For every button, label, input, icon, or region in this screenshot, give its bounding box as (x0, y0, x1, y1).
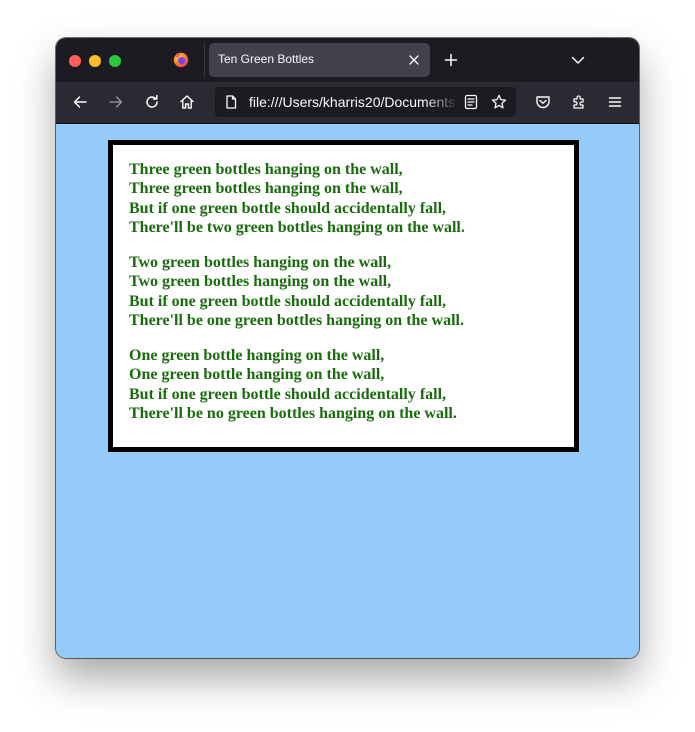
verse-line: There'll be two green bottles hanging on… (129, 219, 465, 237)
verse-line: Three green bottles hanging on the wall, (129, 161, 403, 178)
tab-strip: Ten Green Bottles (56, 38, 639, 82)
window-close-button[interactable] (69, 55, 81, 67)
hamburger-menu-icon[interactable] (607, 94, 623, 110)
verse-line: But if one green bottle should accidenta… (129, 385, 447, 403)
firefox-logo-icon[interactable] (173, 52, 189, 68)
verse-line: One green bottle hanging on the wall, (129, 366, 385, 384)
verse-line: Two green bottles hanging on the wall, (129, 273, 392, 291)
tab-list-chevron-down-icon[interactable] (570, 52, 586, 68)
reader-view-icon[interactable] (463, 94, 479, 110)
window-maximize-button[interactable] (109, 55, 121, 67)
home-icon[interactable] (179, 94, 195, 110)
pocket-icon[interactable] (535, 94, 551, 110)
verse-line: One green bottle hanging on the wall, (129, 347, 385, 364)
url-bar[interactable]: file:///Users/kharris20/Documents/ten_gr… (215, 87, 516, 117)
new-tab-plus-icon[interactable] (443, 52, 459, 68)
poem-box: Three green bottles hanging on the wall,… (108, 140, 579, 452)
bookmark-star-icon[interactable] (491, 94, 507, 110)
verse-1: Three green bottles hanging on the wall,… (129, 160, 465, 238)
reload-icon[interactable] (144, 94, 160, 110)
window-minimize-button[interactable] (89, 55, 101, 67)
tab-ten-green-bottles[interactable]: Ten Green Bottles (209, 43, 430, 77)
url-fade (425, 87, 459, 117)
page-content: Three green bottles hanging on the wall,… (56, 124, 639, 658)
verse-2: Two green bottles hanging on the wall, T… (129, 253, 464, 331)
back-arrow-icon[interactable] (72, 94, 88, 110)
forward-arrow-icon[interactable] (108, 94, 124, 110)
browser-window: Ten Green Bottles file:///Users/kharris2… (56, 38, 639, 658)
verse-line: Three green bottles hanging on the wall, (129, 180, 403, 198)
tab-separator (204, 44, 205, 76)
verse-line: There'll be no green bottles hanging on … (129, 405, 457, 423)
verse-line: But if one green bottle should accidenta… (129, 292, 447, 310)
verse-line: Two green bottles hanging on the wall, (129, 254, 392, 271)
verse-3: One green bottle hanging on the wall, On… (129, 346, 457, 424)
document-icon[interactable] (224, 95, 238, 109)
tab-close-icon[interactable] (406, 52, 422, 68)
extensions-puzzle-icon[interactable] (571, 94, 587, 110)
navigation-toolbar: file:///Users/kharris20/Documents/ten_gr… (56, 82, 639, 124)
tab-title: Ten Green Bottles (218, 52, 315, 66)
verse-line: There'll be one green bottles hanging on… (129, 312, 464, 330)
verse-line: But if one green bottle should accidenta… (129, 199, 447, 217)
